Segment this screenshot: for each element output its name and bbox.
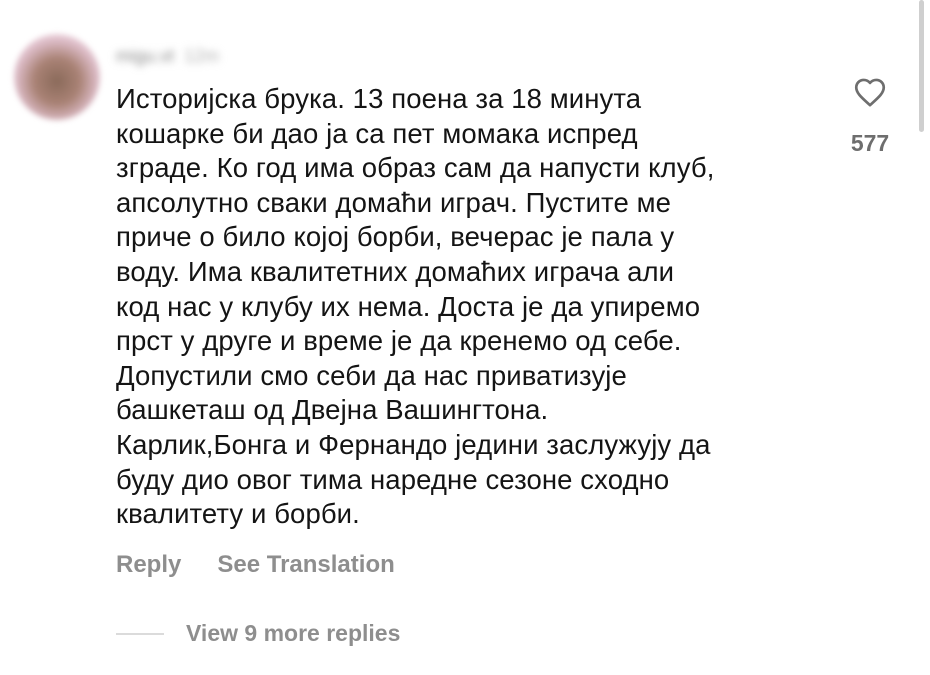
- comment-line: воду. Има квалитетних домаћих играча али: [116, 255, 675, 287]
- comment-line: апсолутно сваки домаћи играч. Пустите ме: [116, 186, 671, 218]
- view-more-replies-button[interactable]: View 9 more replies: [186, 620, 400, 647]
- divider: [116, 632, 164, 635]
- see-translation-button[interactable]: See Translation: [217, 551, 394, 578]
- comment-line: прст у друге и време је да кренемо од се…: [116, 325, 682, 357]
- comment-line: приче о било којој борби, вечерас је пал…: [116, 221, 675, 253]
- comment-line: Историјска брука. 13 поена за 18 минута: [116, 83, 642, 114]
- username[interactable]: migu.vt: [116, 46, 174, 66]
- comment-line: буду дио овог тима наредне сезоне сходно: [116, 463, 670, 495]
- comment-actions: Reply See Translation: [116, 551, 395, 579]
- comment-thread: migu.vt 12m Историјска брука. 13 поена за…: [0, 0, 930, 675]
- like-control: 577: [838, 76, 902, 157]
- scrollbar[interactable]: [919, 0, 924, 132]
- comment-body: Историјска брука. 13 поена за 18 минута …: [116, 82, 826, 532]
- reply-button[interactable]: Reply: [116, 551, 181, 578]
- heart-icon[interactable]: [853, 76, 887, 108]
- avatar[interactable]: [14, 34, 100, 120]
- comment-line: кошарке би дао ја са пет момака испред: [116, 117, 638, 149]
- comment-line: Карлик,Бонга и Фернандо једини заслужују…: [116, 428, 711, 460]
- like-count: 577: [850, 130, 890, 156]
- comment-line: квалитету и борби.: [116, 498, 360, 530]
- comment-line: код нас у клубу их нема. Доста је да упи…: [116, 290, 701, 322]
- comment-line: зграде. Ко год има образ сам да напусти …: [116, 152, 715, 184]
- comment-time: 12m: [184, 46, 220, 66]
- more-replies: View 9 more replies: [116, 620, 400, 647]
- comment-header: migu.vt 12m: [116, 46, 219, 67]
- comment-line: башкеташ од Двејна Вашингтона.: [116, 394, 549, 426]
- comment-line: Допустили смо себи да нас приватизује: [116, 359, 627, 391]
